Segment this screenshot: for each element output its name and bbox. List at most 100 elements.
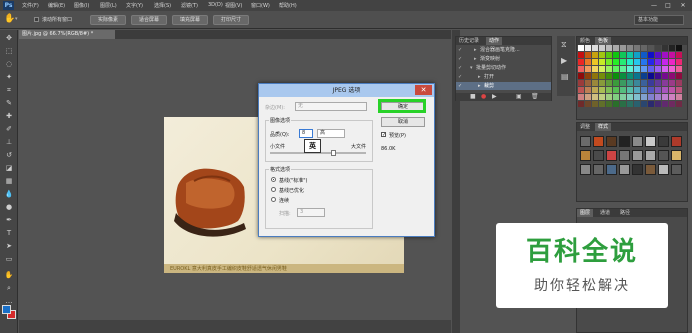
style-preset[interactable] <box>658 136 669 147</box>
tab-channels[interactable]: 通道 <box>597 209 613 217</box>
trash-icon[interactable]: 🗑 <box>531 93 539 100</box>
menu-filter[interactable]: 滤镜(T) <box>181 2 198 9</box>
style-preset[interactable] <box>619 150 630 161</box>
color-swatch[interactable] <box>585 87 591 93</box>
pen-tool-icon[interactable]: ✒ <box>4 216 14 225</box>
check-icon[interactable]: ✓ <box>458 82 462 90</box>
color-swatch[interactable] <box>648 52 654 58</box>
color-swatch[interactable] <box>627 66 633 72</box>
menu-help[interactable]: 帮助(H) <box>279 2 297 9</box>
color-swatch[interactable] <box>578 80 584 86</box>
color-swatch[interactable] <box>676 73 682 79</box>
color-swatch[interactable] <box>606 59 612 65</box>
scroll-all-checkbox[interactable] <box>34 17 39 22</box>
action-set[interactable]: 批量剪切动作 <box>476 64 506 72</box>
color-swatch[interactable] <box>641 87 647 93</box>
color-swatch[interactable] <box>627 59 633 65</box>
style-preset[interactable] <box>632 136 643 147</box>
color-swatch[interactable] <box>655 73 661 79</box>
shape-tool-icon[interactable]: ▭ <box>4 255 14 264</box>
color-swatch[interactable] <box>606 73 612 79</box>
color-swatch[interactable] <box>620 80 626 86</box>
style-preset[interactable] <box>671 150 682 161</box>
color-swatch[interactable] <box>634 66 640 72</box>
style-preset[interactable] <box>645 164 656 175</box>
swatch-grid[interactable] <box>578 45 686 117</box>
color-swatch[interactable] <box>599 45 605 51</box>
color-swatch[interactable] <box>655 45 661 51</box>
color-swatch[interactable] <box>676 94 682 100</box>
workspace-select[interactable]: 基本功能 <box>634 15 684 25</box>
color-swatch[interactable] <box>655 87 661 93</box>
action-step[interactable]: 裁剪 <box>484 82 494 90</box>
record-icon[interactable]: ● <box>481 93 486 100</box>
color-swatch[interactable] <box>613 66 619 72</box>
color-swatch[interactable] <box>606 94 612 100</box>
fit-screen-button[interactable]: 适合屏幕 <box>131 15 167 25</box>
color-swatch[interactable] <box>627 73 633 79</box>
style-preset[interactable] <box>580 164 591 175</box>
color-swatch[interactable] <box>620 66 626 72</box>
color-swatch[interactable] <box>676 59 682 65</box>
color-swatch[interactable] <box>620 52 626 58</box>
color-swatch[interactable] <box>620 59 626 65</box>
check-icon[interactable]: ✓ <box>458 46 462 54</box>
color-swatch[interactable] <box>592 94 598 100</box>
print-size-button[interactable]: 打印尺寸 <box>213 15 249 25</box>
color-swatch[interactable] <box>655 66 661 72</box>
close-window-icon[interactable]: ✕ <box>677 0 689 11</box>
magic-wand-icon[interactable]: ✦ <box>4 73 14 82</box>
color-swatch[interactable] <box>578 45 584 51</box>
color-swatch[interactable] <box>634 101 640 107</box>
menu-type[interactable]: 文字(Y) <box>126 2 143 9</box>
play-icon[interactable]: ▶ <box>492 93 497 100</box>
color-swatch[interactable] <box>599 87 605 93</box>
color-swatch[interactable] <box>648 45 654 51</box>
color-swatch[interactable] <box>676 45 682 51</box>
color-swatch[interactable] <box>592 101 598 107</box>
color-swatch[interactable] <box>676 87 682 93</box>
style-preset[interactable] <box>580 150 591 161</box>
color-swatch[interactable] <box>606 101 612 107</box>
style-preset[interactable] <box>645 136 656 147</box>
color-swatch[interactable] <box>648 94 654 100</box>
brush-tool-icon[interactable]: ✐ <box>4 125 14 134</box>
check-icon[interactable]: ✓ <box>458 73 462 81</box>
color-swatch[interactable] <box>648 87 654 93</box>
style-preset[interactable] <box>632 150 643 161</box>
quality-slider-thumb[interactable] <box>331 150 337 156</box>
dialog-close-icon[interactable]: ✕ <box>415 85 432 95</box>
color-swatch[interactable] <box>669 94 675 100</box>
color-swatch[interactable] <box>669 87 675 93</box>
color-swatch[interactable] <box>634 52 640 58</box>
color-swatch[interactable] <box>676 80 682 86</box>
fill-screen-button[interactable]: 填充屏幕 <box>172 15 208 25</box>
color-swatch[interactable] <box>599 94 605 100</box>
foreground-color-swatch[interactable] <box>2 305 11 314</box>
color-swatch[interactable] <box>599 73 605 79</box>
color-swatch[interactable] <box>620 45 626 51</box>
color-swatch[interactable] <box>585 45 591 51</box>
color-swatch[interactable] <box>606 80 612 86</box>
color-swatch[interactable] <box>585 80 591 86</box>
color-swatch[interactable] <box>613 80 619 86</box>
matte-select[interactable]: 无 <box>295 102 367 111</box>
style-preset[interactable] <box>671 164 682 175</box>
tab-paths[interactable]: 路径 <box>617 209 633 217</box>
color-swatch[interactable] <box>662 80 668 86</box>
color-swatch[interactable] <box>641 66 647 72</box>
minimize-icon[interactable]: — <box>648 0 660 11</box>
action-item[interactable]: 混合器画笔克隆... <box>480 46 520 54</box>
style-preset[interactable] <box>658 150 669 161</box>
color-swatch[interactable] <box>578 87 584 93</box>
progressive-radio[interactable] <box>271 197 276 202</box>
color-swatch[interactable] <box>662 73 668 79</box>
zoom-tool-icon[interactable]: ⌕ <box>4 284 14 293</box>
color-swatch[interactable] <box>648 80 654 86</box>
menu-image[interactable]: 图像(I) <box>74 2 89 9</box>
color-swatch[interactable] <box>620 73 626 79</box>
style-preset[interactable] <box>593 150 604 161</box>
color-swatch[interactable] <box>662 87 668 93</box>
color-swatch[interactable] <box>648 73 654 79</box>
clone-stamp-icon[interactable]: ⊥ <box>4 138 14 147</box>
